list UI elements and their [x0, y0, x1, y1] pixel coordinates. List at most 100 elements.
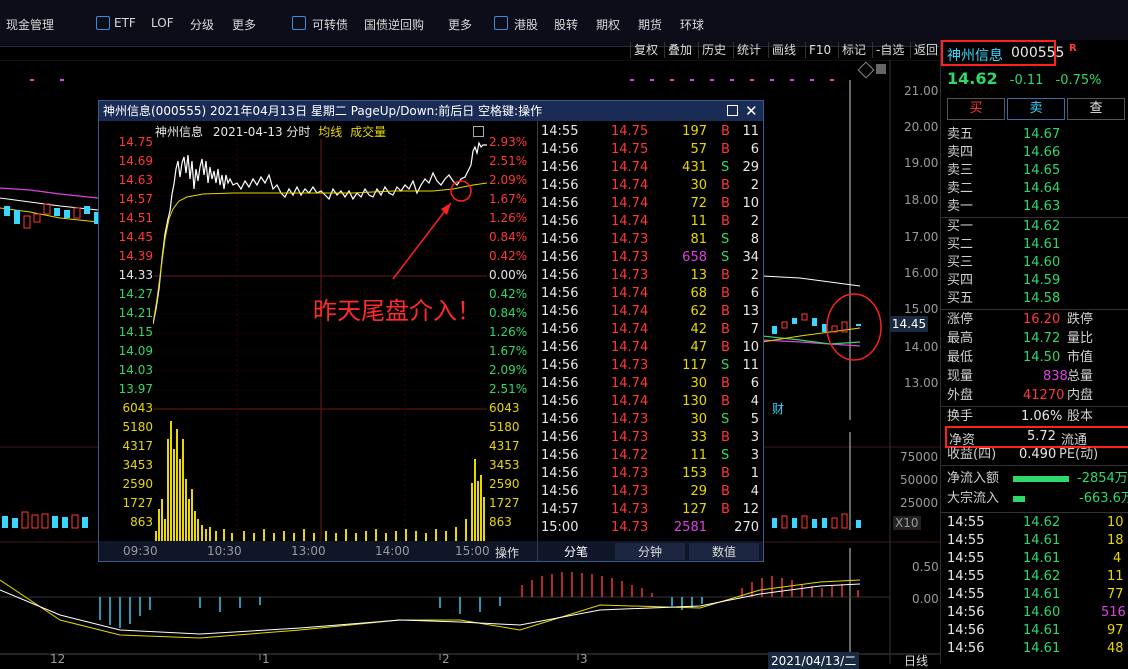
time-tick: 14:00: [375, 544, 410, 558]
table-row: 14:56 14.75 57 B 6: [541, 142, 759, 157]
menu-convertible[interactable]: 可转债: [312, 16, 348, 33]
toolbar-stats[interactable]: 统计: [733, 42, 764, 58]
menu-hk[interactable]: 港股: [514, 16, 538, 33]
price-tick: 14.27: [118, 287, 153, 301]
menu-repo[interactable]: 国债逆回购: [364, 16, 424, 33]
list-item: 14:56 14.60 516: [947, 605, 1126, 620]
menu-etf[interactable]: ETF: [114, 16, 136, 30]
menu-futures[interactable]: 期货: [638, 16, 662, 33]
popup-titlebar[interactable]: 神州信息(000555) 2021年04月13日 星期二 PageUp/Down…: [99, 101, 763, 121]
buy-button[interactable]: 买: [947, 98, 1005, 120]
divider: [941, 465, 1128, 466]
header-date: 2021-04-13 分时: [212, 125, 311, 139]
stat-row: 现量 838 总量: [947, 369, 1094, 384]
stock-name: 神州信息: [947, 48, 1003, 64]
tab-minutes[interactable]: 分钟: [615, 543, 685, 560]
pct-tick: 1.26%: [489, 325, 528, 339]
vol-tick-right: 4317: [489, 439, 520, 453]
menu-lof[interactable]: LOF: [151, 16, 174, 30]
pct-tick: 0.84%: [489, 230, 528, 244]
macd-bars: [99, 572, 859, 628]
price-tick: 14.03: [118, 363, 153, 377]
vol-tick: 4317: [122, 439, 153, 453]
menu-fenji[interactable]: 分级: [190, 16, 214, 33]
minute-chart-canvas: [153, 139, 487, 541]
table-row: 14:56 14.74 431 S 29: [541, 160, 759, 175]
header-avg-label: 均线: [318, 125, 343, 139]
quote-panel: 神州信息 000555 R 14.62 -0.11 -0.75% 买 卖 查 卖…: [940, 40, 1128, 664]
macd-axis-tick: 0.00: [912, 592, 939, 606]
toolbar-overlay[interactable]: 叠加: [664, 42, 695, 58]
table-row: 14:56 14.73 117 S 11: [541, 358, 759, 373]
toolbar-back[interactable]: 返回: [910, 42, 941, 58]
menu-global[interactable]: 环球: [680, 16, 704, 33]
toolbar-mark[interactable]: 标记: [838, 42, 869, 58]
sell-button[interactable]: 卖: [1007, 98, 1065, 120]
maximize-icon[interactable]: [727, 105, 738, 116]
stat-row: 最低 14.50 市值: [947, 350, 1094, 365]
vol-tick: 3453: [122, 458, 153, 472]
stat-row: 涨停 16.20 跌停: [947, 312, 1094, 327]
table-row: 14:56 14.73 153 B 1: [541, 466, 759, 481]
toolbar-draw[interactable]: 画线: [768, 42, 799, 58]
period-label[interactable]: 日线: [904, 652, 928, 669]
ask-row: 卖三 14.65: [947, 163, 1061, 178]
menu-cash-mgmt[interactable]: 现金管理: [6, 16, 54, 33]
vol-tick-right: 5180: [489, 420, 520, 434]
vol-tick-right: 6043: [489, 401, 520, 415]
toolbar-fuquan[interactable]: 复权: [630, 42, 661, 58]
pct-tick: 2.09%: [489, 363, 528, 377]
menu-neeq[interactable]: 股转: [554, 16, 578, 33]
ask-row: 卖一 14.63: [947, 199, 1061, 214]
bid-row: 买二 14.61: [947, 237, 1061, 252]
divider: [537, 121, 538, 561]
settings-square-icon[interactable]: [876, 64, 886, 74]
chart-option-icon[interactable]: [473, 126, 484, 137]
table-row: 14:56 14.74 47 B 10: [541, 340, 759, 355]
vol-tick-right: 3453: [489, 458, 520, 472]
menu-more-1[interactable]: 更多: [232, 16, 256, 33]
check-button[interactable]: 查: [1067, 98, 1125, 120]
header-vol-label: 成交量: [350, 125, 387, 139]
operate-button[interactable]: 操作: [495, 544, 519, 561]
vol-tick: 863: [130, 515, 153, 529]
volume-axis-tick: 75000: [900, 450, 939, 464]
list-item: 14:55 14.62 11: [947, 569, 1124, 584]
menu-options[interactable]: 期权: [596, 16, 620, 33]
ask-row: 卖二 14.64: [947, 181, 1061, 196]
menu-more-2[interactable]: 更多: [448, 16, 472, 33]
price-tick: 14.21: [118, 306, 153, 320]
table-row: 14:57 14.73 127 B 12: [541, 502, 759, 517]
price-tick: 14.09: [118, 344, 153, 358]
price-axis-tick: 18.00: [904, 193, 939, 207]
price-axis-tick: 20.00: [904, 120, 939, 134]
pct-tick: 0.00%: [489, 268, 528, 282]
header-stock-name: 神州信息: [155, 125, 204, 139]
pct-tick: 1.26%: [489, 211, 528, 225]
toolbar-watchlist[interactable]: -自选: [872, 42, 907, 58]
tab-ticks[interactable]: 分笔: [541, 543, 611, 560]
close-icon[interactable]: ✕: [745, 101, 758, 121]
pct-tick: 2.93%: [489, 135, 528, 149]
table-row: 14:56 14.74 68 B 6: [541, 286, 759, 301]
toolbar-history[interactable]: 历史: [698, 42, 729, 58]
price-tick: 14.75: [118, 135, 153, 149]
price-axis-tick: 13.00: [904, 376, 939, 390]
tab-values[interactable]: 数值: [689, 543, 759, 560]
bid-row: 买一 14.62: [947, 219, 1061, 234]
bid-row: 买五 14.58: [947, 291, 1061, 306]
financial-marker[interactable]: 财: [772, 400, 784, 417]
macd-axis-tick: 0.50: [912, 560, 939, 574]
intraday-popup-window[interactable]: 神州信息(000555) 2021年04月13日 星期二 PageUp/Down…: [98, 100, 764, 562]
stock-flag: R: [1069, 43, 1077, 54]
table-row: 14:56 14.74 30 B 6: [541, 376, 759, 391]
table-row: 14:56 14.73 30 S 5: [541, 412, 759, 427]
price-line-row: 14.62 -0.11 -0.75%: [947, 70, 1102, 89]
table-row: 14:56 14.72 11 S 3: [541, 448, 759, 463]
vol-tick: 6043: [122, 401, 153, 415]
pct-tick: 2.51%: [489, 154, 528, 168]
vol-tick-right: 1727: [489, 496, 520, 510]
price-tick: 14.33: [118, 268, 153, 282]
table-row: 14:56 14.73 33 B 3: [541, 430, 759, 445]
toolbar-f10[interactable]: F10: [805, 42, 834, 58]
